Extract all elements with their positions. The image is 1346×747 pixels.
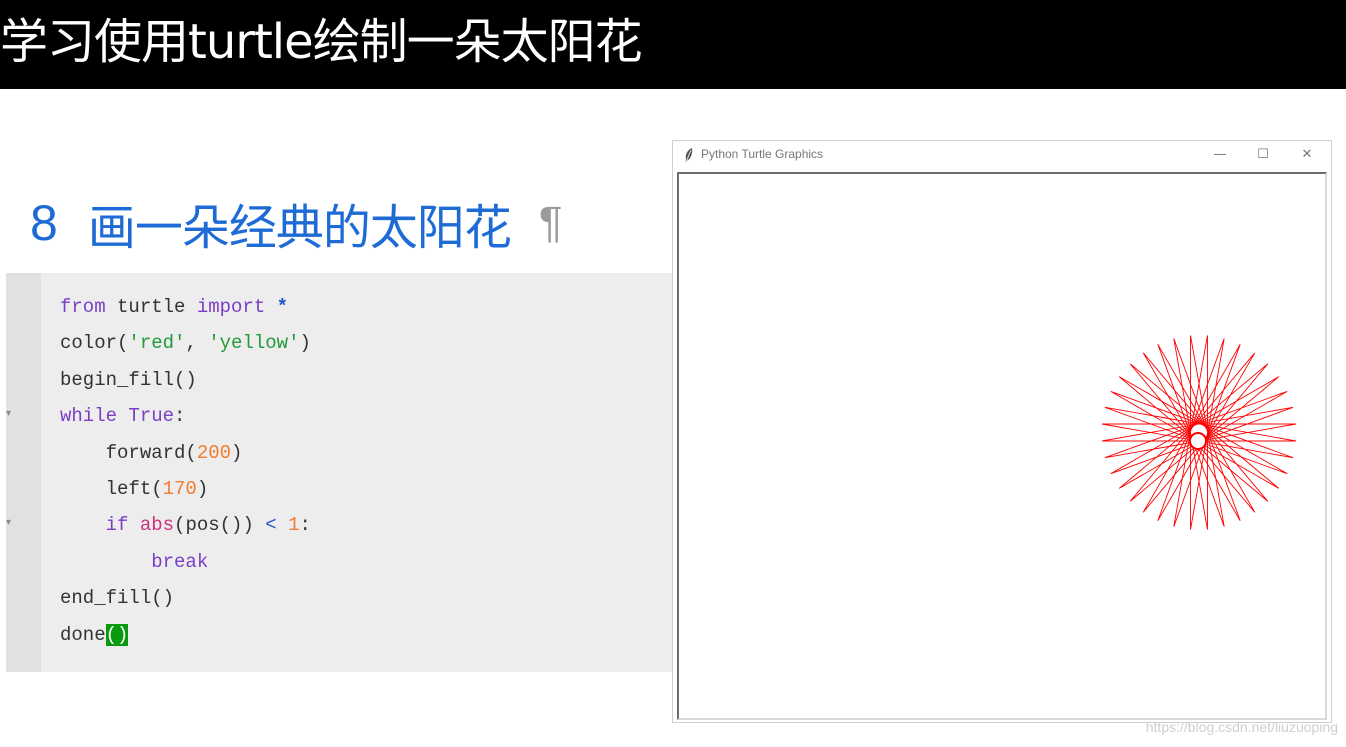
code-token: 'red'	[128, 332, 186, 355]
code-token: <	[265, 514, 277, 537]
turtle-graphics-window[interactable]: Python Turtle Graphics — ☐ ✕	[672, 140, 1332, 723]
watermark: https://blog.csdn.net/liuzuoping	[1145, 719, 1338, 735]
code-token: *	[276, 296, 289, 318]
section-heading: 8 画一朵经典的太阳花 ¶	[30, 188, 562, 258]
sunflower-drawing	[1101, 335, 1297, 530]
code-token: )	[299, 332, 311, 355]
code-token: begin_fill()	[60, 368, 197, 391]
code-token: abs	[139, 514, 175, 537]
slide-banner: 学习使用turtle绘制一朵太阳花	[0, 0, 1346, 89]
code-token: )	[231, 441, 243, 464]
code-line: end_fill()	[60, 586, 174, 610]
fold-marker-icon[interactable]: ▾	[6, 517, 11, 528]
slide-title: 学习使用turtle绘制一朵太阳花	[0, 14, 643, 70]
code-line: from turtle import *	[60, 295, 288, 319]
pilcrow-anchor-link[interactable]: ¶	[539, 198, 563, 248]
code-token: :	[299, 514, 311, 537]
code-token: True	[128, 405, 175, 428]
code-token: if	[105, 514, 129, 537]
code-line: color('red', 'yellow')	[60, 331, 311, 355]
code-token: import	[196, 296, 266, 318]
code-token: color(	[60, 332, 129, 355]
window-titlebar[interactable]: Python Turtle Graphics — ☐ ✕	[673, 141, 1331, 170]
code-token: :	[174, 405, 186, 428]
code-token: )	[196, 478, 209, 500]
fold-marker-icon[interactable]: ▾	[6, 408, 11, 419]
section-title: 画一朵经典的太阳花	[87, 200, 512, 256]
code-token: done	[60, 623, 106, 646]
code-block[interactable]: ▾ ▾ from turtle import * color('red', 'ye…	[6, 273, 672, 672]
code-token: left(	[60, 478, 163, 500]
code-line: if abs(pos()) < 1:	[60, 513, 311, 537]
code-line: break	[60, 550, 208, 574]
code-token: 1	[288, 514, 300, 537]
code-token: while	[60, 405, 118, 428]
close-button[interactable]: ✕	[1295, 145, 1319, 165]
window-title: Python Turtle Graphics	[701, 147, 824, 161]
code-line: done()	[60, 623, 129, 647]
code-token: end_fill()	[60, 587, 175, 610]
code-token: (pos())	[174, 514, 266, 537]
turtle-canvas[interactable]	[677, 172, 1327, 720]
code-token: ()	[105, 623, 129, 646]
section-number: 8	[30, 195, 58, 251]
turtle-center-hole	[1189, 432, 1207, 450]
code-token: 'yellow'	[208, 332, 300, 355]
code-line: left(170)	[60, 477, 209, 501]
code-token: 170	[162, 478, 197, 500]
code-line: while True:	[60, 404, 185, 428]
code-line: forward(200)	[60, 441, 243, 465]
code-token: 200	[196, 441, 232, 464]
code-token: break	[151, 550, 209, 573]
maximize-button[interactable]: ☐	[1251, 145, 1275, 165]
code-token: ,	[185, 332, 209, 355]
code-token: forward(	[60, 441, 197, 464]
code-gutter	[6, 273, 41, 672]
feather-icon	[685, 148, 693, 162]
minimize-button[interactable]: —	[1208, 145, 1232, 165]
code-line: begin_fill()	[60, 368, 197, 392]
code-token: from	[60, 296, 106, 318]
code-token: turtle	[105, 296, 197, 318]
